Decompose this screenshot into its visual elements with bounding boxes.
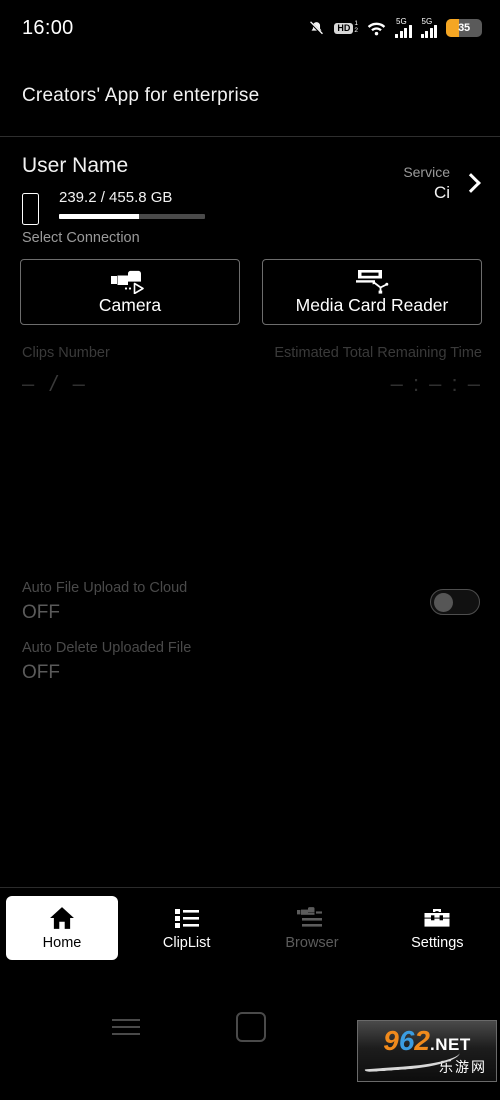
clips-number-separator: /: [50, 371, 57, 396]
signal-icon-2: 5G: [420, 18, 437, 38]
mute-icon: [308, 20, 325, 37]
card-reader-usb-icon: [352, 269, 392, 294]
site-watermark: 9 6 2 .NET 乐游网: [357, 1020, 497, 1082]
clips-number-left: –: [22, 371, 35, 396]
battery-percent: 35: [458, 22, 470, 34]
clips-number-right: –: [72, 371, 85, 396]
connection-option-camera[interactable]: Camera: [20, 259, 240, 325]
nav-item-cliplist[interactable]: ClipList: [124, 896, 249, 960]
home-square-icon[interactable]: [236, 1012, 266, 1042]
account-section: User Name 239.2 / 455.8 GB Service Ci: [0, 137, 500, 232]
auto-delete-label: Auto Delete Uploaded File: [22, 640, 192, 656]
toolbox-icon: [423, 905, 451, 931]
nav-item-cliplist-label: ClipList: [162, 934, 211, 951]
wifi-icon: [367, 21, 386, 36]
service-value: Ci: [433, 182, 450, 202]
status-clock: 16:00: [22, 16, 74, 39]
camcorder-icon: [110, 269, 150, 294]
hd-icon: HD 1 2: [334, 20, 358, 35]
battery-icon: 35: [446, 19, 482, 37]
nav-item-browser[interactable]: Browser: [249, 896, 374, 960]
nav-item-home[interactable]: Home: [6, 895, 118, 960]
app-root: 16:00 HD 1 2 5G 5G 35 Creators' App for …: [0, 0, 500, 1100]
remaining-time-block: Estimated Total Remaining Time – : – : –: [274, 345, 482, 397]
chevron-right-icon[interactable]: [462, 173, 482, 193]
browser-icon: [296, 905, 327, 931]
auto-delete-setting: Auto Delete Uploaded File OFF: [22, 640, 191, 684]
clips-number-label: Clips Number: [22, 345, 110, 361]
recents-icon[interactable]: [104, 1010, 148, 1044]
phone-icon: [22, 193, 39, 225]
nav-item-settings-label: Settings: [411, 934, 464, 951]
auto-upload-setting: Auto File Upload to Cloud OFF: [22, 580, 187, 624]
auto-upload-value: OFF: [22, 602, 60, 623]
hd-fraction: 1 2: [354, 20, 358, 35]
connection-options: Camera Media Card Reader: [20, 259, 482, 325]
remaining-time-value: – : – : –: [390, 371, 482, 396]
list-icon: [174, 905, 200, 931]
service-selector[interactable]: Service Ci: [403, 163, 482, 204]
signal-bars-1: [395, 25, 412, 38]
auto-upload-toggle[interactable]: [430, 589, 480, 615]
bottom-navigation: Home ClipList Browser Settings: [0, 887, 500, 967]
nav-item-browser-label: Browser: [285, 934, 339, 951]
service-label: Service: [403, 164, 450, 180]
auto-upload-label: Auto File Upload to Cloud: [22, 580, 188, 596]
user-name: User Name: [22, 154, 129, 177]
hd-fraction-bottom: 2: [354, 27, 358, 34]
connection-option-media-card-reader-label: Media Card Reader: [295, 294, 449, 315]
home-icon: [49, 905, 75, 931]
storage-progress-bar: [59, 214, 205, 219]
remaining-time-label: Estimated Total Remaining Time: [274, 345, 482, 361]
nav-item-home-label: Home: [42, 934, 82, 951]
storage-progress-fill: [59, 214, 140, 219]
connection-option-media-card-reader[interactable]: Media Card Reader: [262, 259, 482, 325]
nav-item-settings[interactable]: Settings: [375, 896, 500, 960]
clips-number-block: Clips Number – / –: [22, 345, 110, 397]
hd-label: HD: [334, 22, 354, 34]
status-icon-group: HD 1 2 5G 5G 35: [308, 18, 482, 38]
system-navigation-bar: 9 6 2 .NET 乐游网: [0, 990, 500, 1100]
storage-row: 239.2 / 455.8 GB: [22, 189, 205, 225]
auto-upload-toggle-knob: [434, 592, 453, 612]
select-connection-label: Select Connection: [22, 230, 140, 246]
signal-icon-1: 5G: [395, 18, 412, 38]
page-title: Creators' App for enterprise: [22, 85, 260, 106]
connection-option-camera-label: Camera: [98, 294, 162, 315]
status-bar: 16:00 HD 1 2 5G 5G 35: [0, 0, 500, 56]
signal-bars-2: [420, 25, 437, 38]
auto-delete-value: OFF: [22, 662, 60, 683]
storage-text: 239.2 / 455.8 GB: [59, 189, 173, 206]
clips-number-value: – / –: [22, 371, 110, 397]
